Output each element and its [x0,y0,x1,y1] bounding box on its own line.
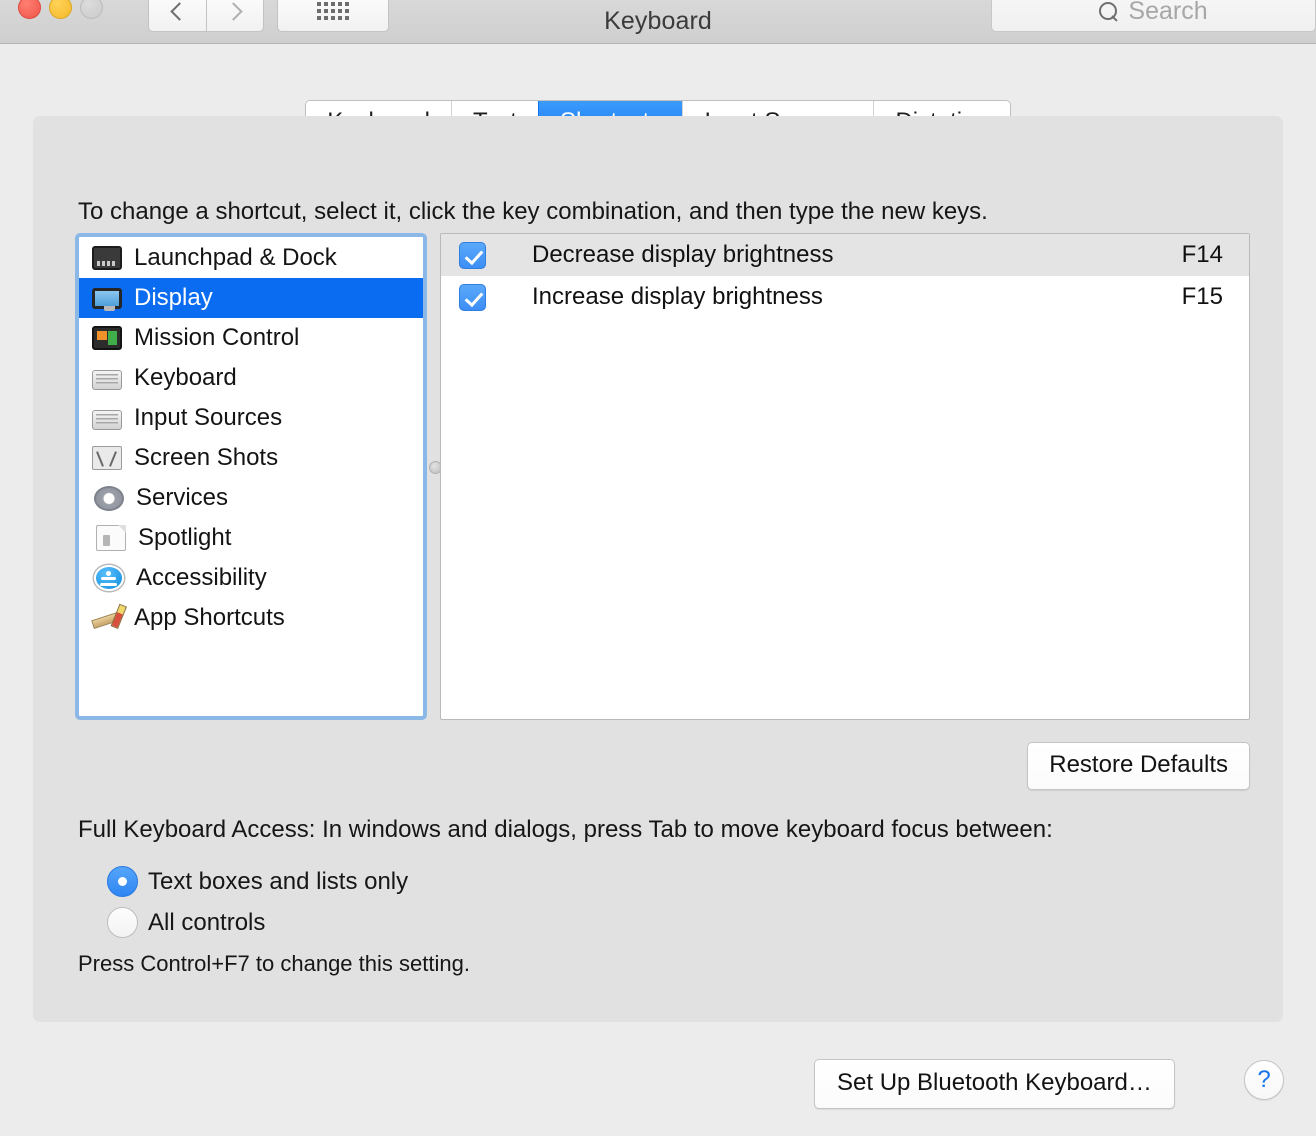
full-keyboard-access-title: Full Keyboard Access: In windows and dia… [78,816,1053,843]
search-icon [1099,1,1118,21]
set-up-bluetooth-keyboard-button[interactable]: Set Up Bluetooth Keyboard… [814,1059,1175,1109]
shortcut-key[interactable]: F14 [1182,241,1223,269]
accessibility-icon [94,565,124,591]
launchpad-dock-icon [92,246,122,270]
category-label: Screen Shots [134,444,279,471]
mission-control-icon [92,326,122,350]
category-item-mission-control[interactable]: Mission Control [79,318,423,358]
radio-label: All controls [148,908,266,936]
category-label: Services [136,484,229,511]
category-label: App Shortcuts [134,604,285,631]
radio-option-text-boxes-and-lists[interactable]: Text boxes and lists only [107,866,408,897]
table-row[interactable]: Decrease display brightness F14 [441,234,1249,276]
services-gear-icon [93,484,125,512]
radio-button[interactable] [107,866,138,897]
category-item-services[interactable]: Services [79,478,423,518]
category-item-launchpad-dock[interactable]: Launchpad & Dock [79,238,423,278]
shortcut-checkbox[interactable] [459,283,486,311]
spotlight-document-icon [96,525,126,551]
search-placeholder: Search [1128,0,1208,25]
window-titlebar: Keyboard Search [0,0,1316,44]
input-sources-icon [92,409,122,430]
category-label: Input Sources [134,404,283,431]
radio-label: Text boxes and lists only [148,867,409,895]
category-label: Display [134,284,213,311]
category-item-spotlight[interactable]: Spotlight [79,518,423,558]
category-item-input-sources[interactable]: Input Sources [79,398,423,438]
control-f7-note: Press Control+F7 to change this setting. [78,951,470,976]
category-label: Launchpad & Dock [134,244,337,271]
shortcut-label: Increase display brightness [532,283,823,310]
shortcut-label: Decrease display brightness [532,241,834,268]
shortcut-key[interactable]: F15 [1182,283,1223,311]
category-item-accessibility[interactable]: Accessibility [79,558,423,598]
category-label: Spotlight [138,524,232,551]
category-item-app-shortcuts[interactable]: App Shortcuts [79,598,423,638]
search-field[interactable]: Search [991,0,1316,32]
help-button[interactable]: ? [1244,1060,1284,1100]
panel-splitter[interactable] [429,233,442,720]
radio-button[interactable] [107,907,138,938]
screen-shots-icon [92,446,122,470]
instruction-text: To change a shortcut, select it, click t… [78,198,988,225]
category-list[interactable]: Launchpad & Dock Display Mission Control… [75,233,427,720]
keyboard-icon [92,369,122,390]
app-shortcuts-icon [92,605,122,631]
category-label: Mission Control [134,324,300,351]
shortcuts-list[interactable]: Decrease display brightness F14 Increase… [440,233,1250,720]
display-icon [92,287,122,311]
shortcut-checkbox[interactable] [459,241,486,269]
restore-defaults-button[interactable]: Restore Defaults [1027,742,1250,790]
category-label: Keyboard [134,364,237,391]
category-label: Accessibility [136,564,267,591]
radio-option-all-controls[interactable]: All controls [107,907,265,938]
category-item-screen-shots[interactable]: Screen Shots [79,438,423,478]
shortcuts-panel: To change a shortcut, select it, click t… [33,116,1283,1022]
category-item-display[interactable]: Display [79,278,423,318]
category-item-keyboard[interactable]: Keyboard [79,358,423,398]
table-row[interactable]: Increase display brightness F15 [441,276,1249,318]
